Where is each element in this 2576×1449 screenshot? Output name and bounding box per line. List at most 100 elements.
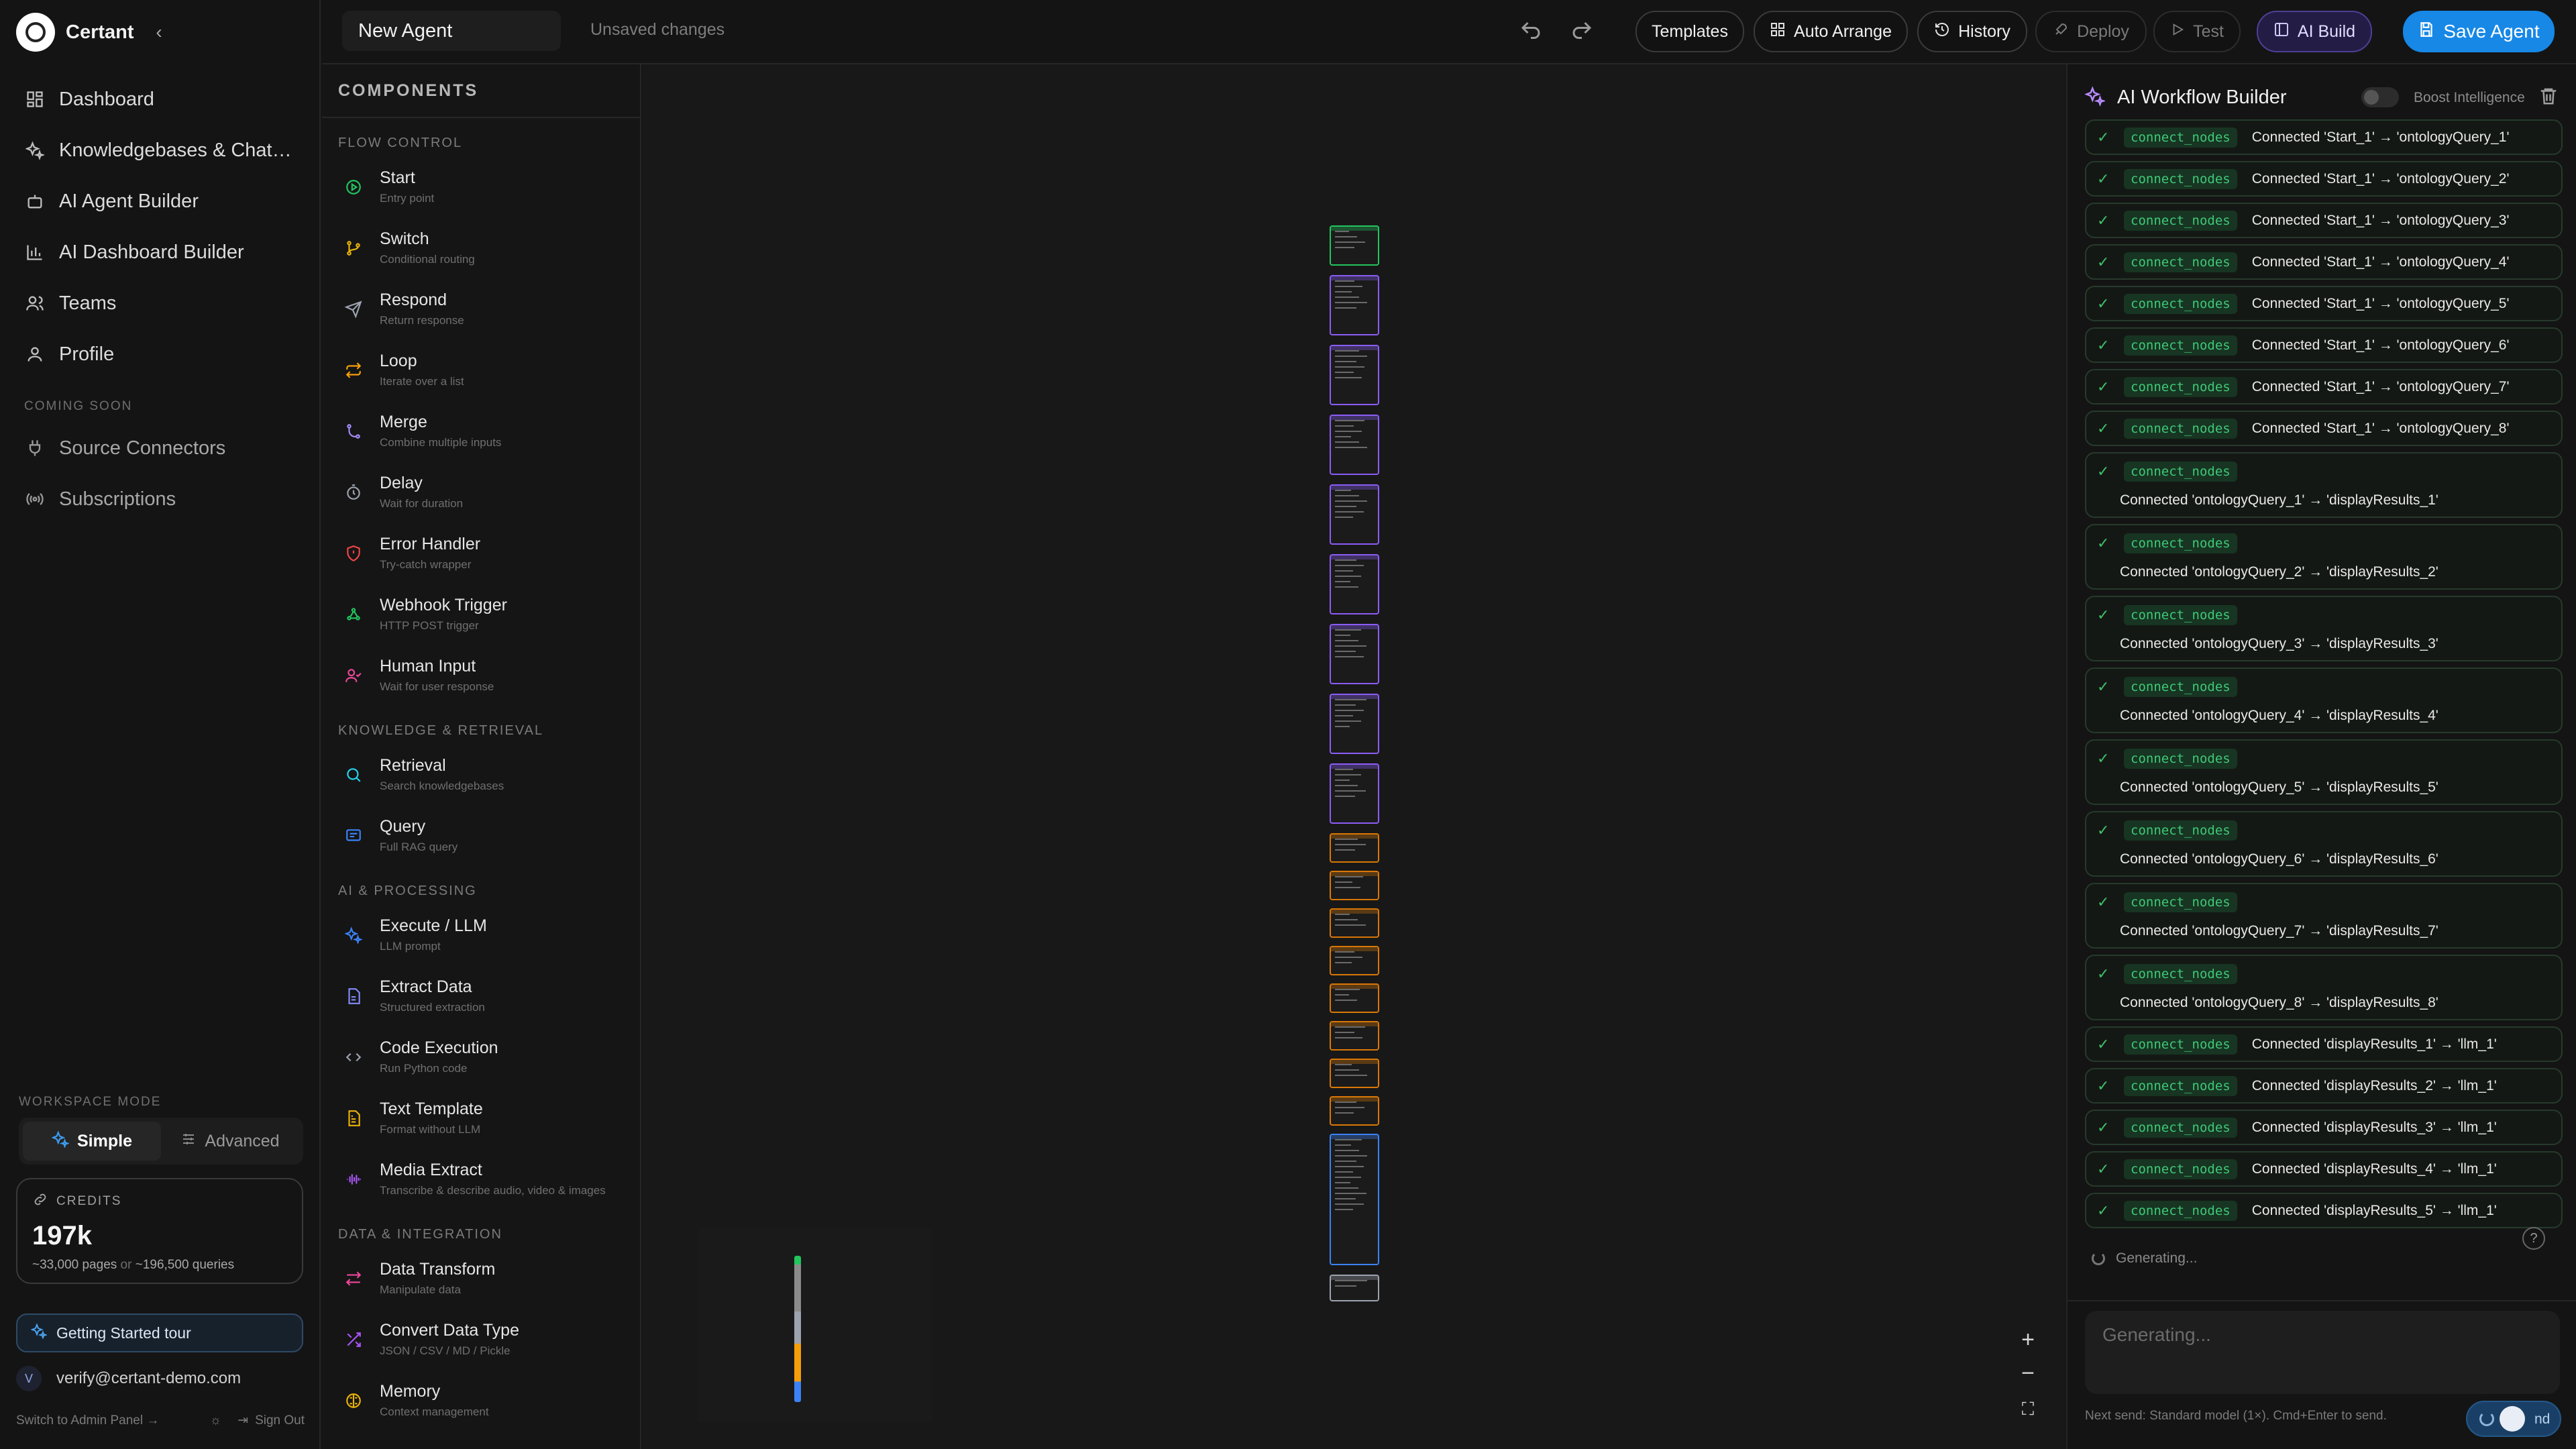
nav-item-source-connectors[interactable]: Source Connectors xyxy=(13,423,309,474)
nav-item-teams[interactable]: Teams xyxy=(13,278,309,329)
workflow-node-display[interactable] xyxy=(1330,946,1379,975)
save-agent-button[interactable]: Save Agent xyxy=(2403,11,2555,52)
nav-item-label: AI Dashboard Builder xyxy=(59,241,244,263)
sign-out-button[interactable]: ☼ ⇥ Sign Out xyxy=(210,1413,305,1428)
workflow-node-query[interactable] xyxy=(1330,345,1379,405)
undo-icon[interactable] xyxy=(1519,19,1543,46)
log-message: Connected 'ontologyQuery_5' → 'displayRe… xyxy=(2120,780,2438,795)
history-label: History xyxy=(1958,21,2010,41)
play-circle-icon xyxy=(343,177,364,197)
user-account[interactable]: V verify@certant-demo.com xyxy=(16,1366,241,1391)
workflow-node-query[interactable] xyxy=(1330,624,1379,684)
tool-tag: connect_nodes xyxy=(2124,1034,2237,1055)
log-message: Connected 'ontologyQuery_2' → 'displayRe… xyxy=(2120,564,2438,580)
component-name: Respond xyxy=(380,290,447,309)
log-message: Connected 'ontologyQuery_4' → 'displayRe… xyxy=(2120,708,2438,723)
component-text-template[interactable]: Text Template Format without LLM xyxy=(322,1087,640,1148)
nav-item-dashboard-builder[interactable]: AI Dashboard Builder xyxy=(13,227,309,278)
check-icon: ✓ xyxy=(2097,678,2110,695)
brand[interactable]: Certant xyxy=(16,12,134,52)
component-error-handler[interactable]: Error Handler Try-catch wrapper xyxy=(322,523,640,584)
history-button[interactable]: History xyxy=(1917,11,2027,52)
brain-icon xyxy=(343,1391,364,1411)
nav-item-dashboard[interactable]: Dashboard xyxy=(13,74,309,125)
component-retrieval[interactable]: Retrieval Search knowledgebases xyxy=(322,744,640,805)
component-text: Human Input Wait for user response xyxy=(380,657,494,694)
message-icon xyxy=(343,826,364,846)
boost-intelligence-toggle[interactable] xyxy=(2361,87,2399,107)
workflow-node-display[interactable] xyxy=(1330,908,1379,938)
component-text: Query Full RAG query xyxy=(380,817,458,854)
fit-view-button[interactable]: ⛶ xyxy=(2011,1393,2045,1426)
workflow-node-query[interactable] xyxy=(1330,763,1379,824)
check-icon: ✓ xyxy=(2097,294,2110,312)
component-merge[interactable]: Merge Combine multiple inputs xyxy=(322,400,640,462)
sun-icon[interactable]: ☼ xyxy=(210,1413,221,1428)
component-delay[interactable]: Delay Wait for duration xyxy=(322,462,640,523)
getting-started-tour-button[interactable]: Getting Started tour xyxy=(16,1313,303,1352)
workspace-advanced-button[interactable]: Advanced xyxy=(161,1122,299,1161)
component-respond[interactable]: Respond Return response xyxy=(322,278,640,339)
workflow-node-display[interactable] xyxy=(1330,1096,1379,1126)
redo-icon[interactable] xyxy=(1570,19,1594,46)
component-http-request[interactable]: HTTP Request xyxy=(322,1431,640,1449)
component-webhook-trigger[interactable]: Webhook Trigger HTTP POST trigger xyxy=(322,584,640,645)
test-button[interactable]: Test xyxy=(2153,11,2241,52)
log-message: Connected 'Start_1' → 'ontologyQuery_5' xyxy=(2251,295,2510,311)
component-name: Start xyxy=(380,168,415,187)
deploy-button[interactable]: Deploy xyxy=(2035,11,2147,52)
minimap[interactable] xyxy=(698,1228,932,1422)
nav-item-agent-builder[interactable]: AI Agent Builder xyxy=(13,176,309,227)
ai-build-button[interactable]: AI Build xyxy=(2257,11,2372,52)
log-message: Connected 'Start_1' → 'ontologyQuery_7' xyxy=(2251,378,2510,394)
workspace-simple-button[interactable]: Simple xyxy=(23,1122,161,1161)
component-description: Iterate over a list xyxy=(380,375,464,388)
check-icon: ✓ xyxy=(2097,378,2110,395)
templates-button[interactable]: Templates xyxy=(1635,11,1744,52)
component-memory[interactable]: Memory Context management xyxy=(322,1370,640,1431)
trash-icon[interactable] xyxy=(2538,86,2559,109)
prompt-input[interactable]: Generating... xyxy=(2085,1311,2560,1394)
component-extract-data[interactable]: Extract Data Structured extraction xyxy=(322,965,640,1026)
nav-item-profile[interactable]: Profile xyxy=(13,329,309,380)
workflow-node-display[interactable] xyxy=(1330,1059,1379,1088)
component-query[interactable]: Query Full RAG query xyxy=(322,805,640,866)
component-loop[interactable]: Loop Iterate over a list xyxy=(322,339,640,400)
workflow-node-query[interactable] xyxy=(1330,415,1379,475)
agent-name-input[interactable]: New Agent xyxy=(342,11,561,51)
component-description: Structured extraction xyxy=(380,1001,485,1014)
workflow-node-llm[interactable] xyxy=(1330,1134,1379,1265)
help-icon[interactable]: ? xyxy=(2522,1227,2545,1250)
workflow-node-query[interactable] xyxy=(1330,554,1379,614)
nav-item-label: Dashboard xyxy=(59,88,154,110)
nav-item-knowledgebases[interactable]: Knowledgebases & Chatbots xyxy=(13,125,309,176)
component-execute-llm[interactable]: Execute / LLM LLM prompt xyxy=(322,904,640,965)
collapse-sidebar-icon[interactable]: ‹ xyxy=(149,20,169,44)
component-code-execution[interactable]: Code Execution Run Python code xyxy=(322,1026,640,1087)
zoom-in-button[interactable]: + xyxy=(2011,1323,2045,1356)
admin-panel-link[interactable]: Switch to Admin Panel → xyxy=(16,1413,159,1428)
auto-arrange-button[interactable]: Auto Arrange xyxy=(1754,11,1908,52)
component-start[interactable]: Start Entry point xyxy=(322,156,640,217)
model-toggle[interactable]: nd xyxy=(2466,1401,2561,1437)
workflow-node-display[interactable] xyxy=(1330,871,1379,900)
log-message: Connected 'displayResults_5' → 'llm_1' xyxy=(2251,1202,2497,1218)
workflow-node-respond[interactable] xyxy=(1330,1275,1379,1301)
builder-activity-log[interactable]: ✓ connect_nodes Connected 'Start_1' → 'ont… xyxy=(2085,119,2563,1288)
component-media-extract[interactable]: Media Extract Transcribe & describe audio… xyxy=(322,1148,640,1210)
component-human-input[interactable]: Human Input Wait for user response xyxy=(322,645,640,706)
workflow-node-display[interactable] xyxy=(1330,833,1379,863)
component-data-transform[interactable]: Data Transform Manipulate data xyxy=(322,1248,640,1309)
user-icon xyxy=(24,343,46,365)
workflow-node-display[interactable] xyxy=(1330,1021,1379,1051)
workflow-node-display[interactable] xyxy=(1330,983,1379,1013)
workflow-node-query[interactable] xyxy=(1330,694,1379,754)
component-switch[interactable]: Switch Conditional routing xyxy=(322,217,640,278)
workflow-node-query[interactable] xyxy=(1330,275,1379,335)
component-convert-data-type[interactable]: Convert Data Type JSON / CSV / MD / Pickl… xyxy=(322,1309,640,1370)
nav-item-subscriptions[interactable]: Subscriptions xyxy=(13,474,309,525)
workspace-mode-caption: WORKSPACE MODE xyxy=(19,1095,162,1109)
workflow-node-start[interactable] xyxy=(1330,225,1379,266)
workflow-node-query[interactable] xyxy=(1330,484,1379,545)
zoom-out-button[interactable]: − xyxy=(2011,1356,2045,1390)
